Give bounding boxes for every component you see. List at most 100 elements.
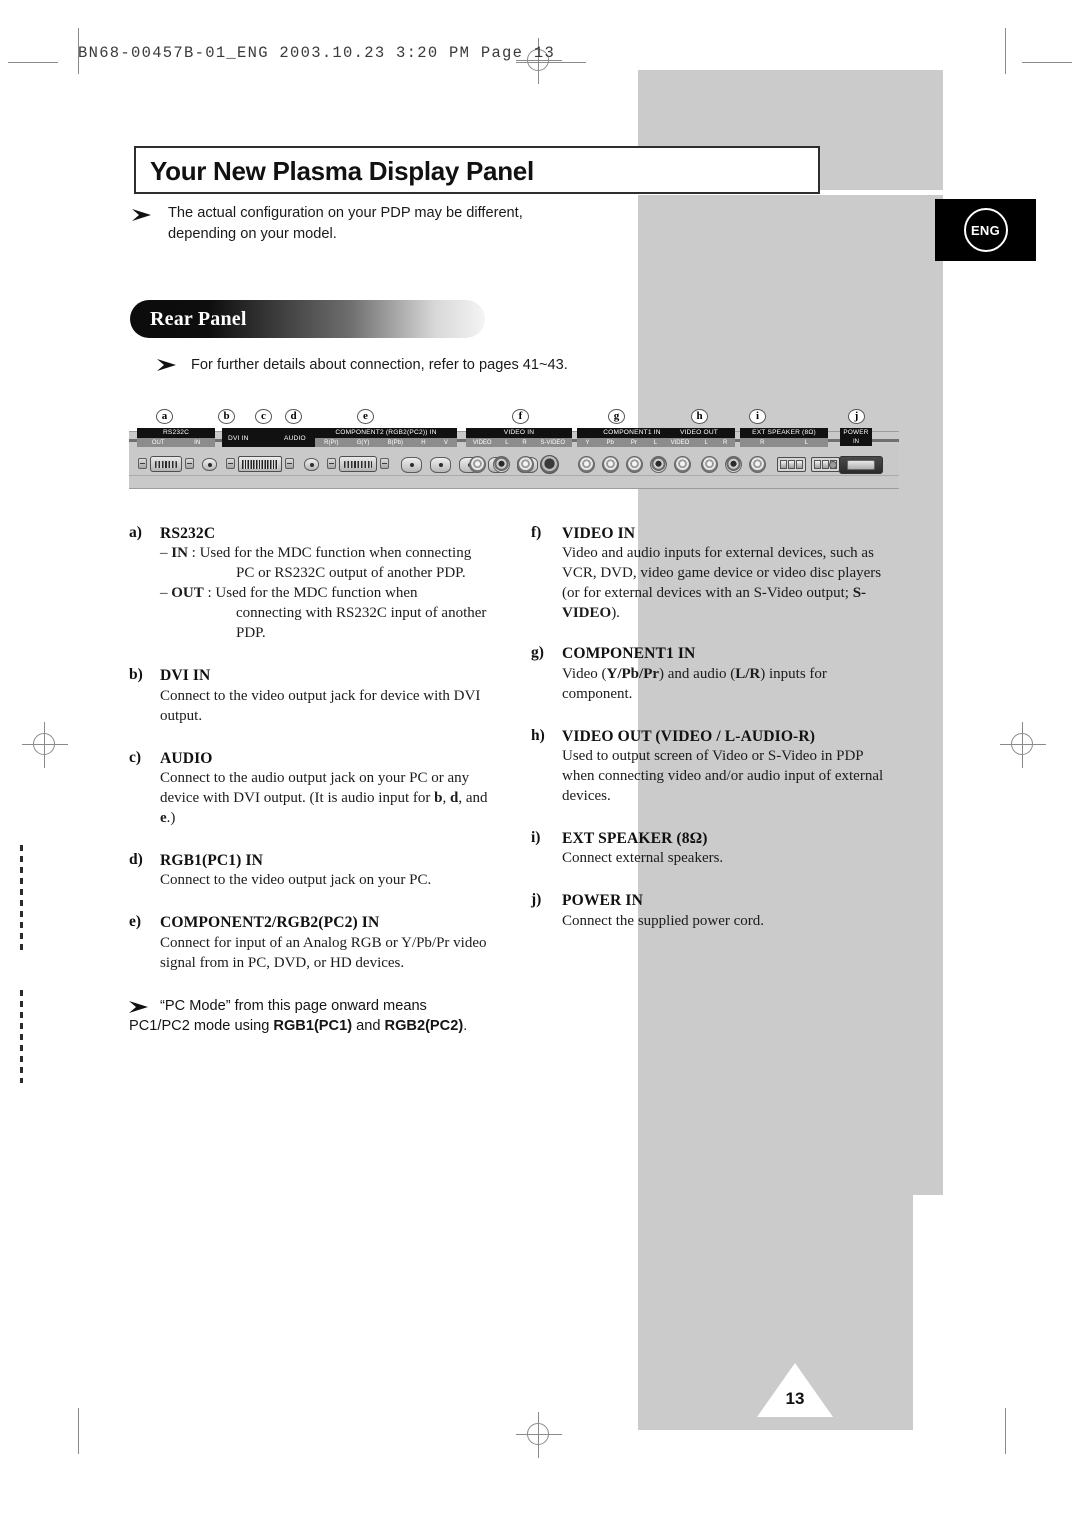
panel-label-ext-speaker: EXT SPEAKER (8Ω) R L (740, 428, 828, 447)
subrow-in: – IN : Used for the MDC function when co… (160, 544, 489, 584)
panel-marker-d: d (285, 409, 302, 424)
subrow-term: OUT (171, 585, 204, 602)
item-subrows: – IN : Used for the MDC function when co… (160, 544, 489, 644)
panel-label-video-out-subs: VIDEO L R (663, 437, 735, 447)
panel-label-video-in-title: VIDEO IN (503, 429, 535, 436)
item-index: d) (129, 850, 143, 868)
panel-marker-c: c (255, 409, 272, 424)
panel-label-ext-speaker-title: EXT SPEAKER (8Ω) (752, 429, 816, 436)
connector-component1-pr (626, 456, 643, 473)
connector-rs232c-out-screw-right (185, 458, 194, 469)
connector-video-out-video (701, 456, 718, 473)
panel-label-video-in: VIDEO IN VIDEO L R S-VIDEO (466, 428, 572, 447)
connector-s-video-in (540, 455, 559, 474)
panel-label-audio-title: AUDIO (284, 435, 306, 442)
rear-panel-diagram: a b c d e f g h i j RS232C OUT IN DVI IN… (129, 409, 899, 489)
power-socket-opening (847, 460, 875, 470)
item-index: a) (129, 524, 142, 541)
connector-rgb1-pc1-in (339, 456, 377, 472)
panel-label-component2-title: COMPONENT2 (RGB2(PC2)) IN (335, 429, 437, 436)
dsub-pins (154, 460, 178, 468)
item-index: f) (531, 524, 542, 541)
item-body: Connect external speakers. (562, 850, 724, 867)
subrow-out: – OUT : Used for the MDC function when c… (160, 584, 489, 644)
page-number: 13 (785, 1389, 805, 1408)
dvi-pins (242, 459, 278, 469)
connector-rs232c-out (150, 456, 182, 472)
panel-label-rs232c-subs: OUT IN (137, 437, 215, 447)
rear-panel-heading: Rear Panel (150, 308, 247, 330)
description-item-e: e) COMPONENT2/RGB2(PC2) IN Connect for i… (129, 913, 489, 973)
panel-label-video-out-title: VIDEO OUT (679, 429, 719, 436)
model-variation-note: The actual configuration on your PDP may… (168, 205, 523, 242)
item-index: b) (129, 666, 143, 684)
connector-video-in-video (469, 456, 486, 473)
panel-label-rs232c-title: RS232C (162, 429, 190, 436)
subrow-text: : Used for the MDC function when connect… (187, 545, 472, 562)
pc-mode-note: “PC Mode” from this page onward means PC… (129, 996, 489, 1037)
panel-label-power-subs: IN (840, 437, 872, 446)
panel-marker-f: f (512, 409, 529, 424)
item-heading: RS232C (160, 525, 216, 542)
bullet-arrow-icon (131, 207, 153, 223)
description-column-left: a) RS232C – IN : Used for the MDC functi… (129, 524, 489, 1037)
item-heading: POWER IN (562, 892, 643, 910)
panel-marker-e: e (357, 409, 374, 424)
connector-power-clip (829, 461, 837, 469)
bullet-arrow-icon-2 (156, 357, 178, 373)
description-item-f: f) VIDEO IN Video and audio inputs for e… (531, 524, 891, 624)
description-item-h: h) VIDEO OUT (VIDEO / L-AUDIO-R) Used to… (531, 727, 891, 807)
page-title-box: Your New Plasma Display Panel (134, 146, 820, 194)
panel-marker-j: j (848, 409, 865, 424)
description-item-g: g) COMPONENT1 IN Video (Y/Pb/Pr) and aud… (531, 644, 891, 704)
connector-component1-y (578, 456, 595, 473)
subrow-term: IN (171, 545, 188, 562)
panel-marker-g: g (608, 409, 625, 424)
panel-label-component2-subs: R(Pr) G(Y) B(Pb) H V (315, 437, 457, 447)
panel-label-dvi-in-title: DVI IN (228, 435, 249, 442)
connector-video-out-right (749, 456, 766, 473)
dsub-pins (344, 460, 372, 468)
description-item-a: a) RS232C – IN : Used for the MDC functi… (129, 524, 489, 644)
description-item-d: d) RGB1(PC1) IN Connect to the video out… (129, 851, 489, 891)
connector-dvi-screw-left (226, 458, 235, 469)
connector-rgb1-screw-left (327, 458, 336, 469)
panel-label-ext-speaker-subs: R L (740, 437, 828, 447)
connection-reference-note: For further details about connection, re… (191, 357, 568, 373)
connector-rgb1-screw-right (380, 458, 389, 469)
item-heading: EXT SPEAKER (8Ω) (562, 829, 708, 847)
item-heading: DVI IN (160, 667, 211, 685)
item-index: c) (129, 748, 142, 766)
panel-label-power-title: POWER (843, 429, 869, 436)
connector-video-in-left (493, 456, 510, 473)
page-content: Your New Plasma Display Panel The actual… (0, 0, 1080, 1525)
subrow-dash: – (160, 585, 168, 602)
speaker-terminal (813, 460, 821, 469)
item-index: e) (129, 913, 142, 931)
speaker-terminal (779, 460, 787, 469)
rear-panel-section-bar: Rear Panel (130, 300, 485, 338)
description-item-i: i) EXT SPEAKER (8Ω) Connect external spe… (531, 829, 891, 869)
panel-marker-h: h (691, 409, 708, 424)
item-index: j) (531, 891, 542, 909)
connector-component1-pb (602, 456, 619, 473)
subrow-continuation: connecting with RS232C input of another … (236, 605, 487, 642)
item-heading: RGB1(PC1) IN (160, 851, 263, 869)
connector-audio-in (304, 458, 319, 471)
item-index: g) (531, 644, 544, 662)
item-index: h) (531, 726, 545, 744)
panel-label-power: POWER IN (840, 428, 872, 446)
item-body: Connect for input of an Analog RGB or Y/… (160, 934, 487, 971)
connector-video-in-right (517, 456, 534, 473)
panel-marker-b: b (218, 409, 235, 424)
panel-trim-line (129, 475, 899, 476)
speaker-terminal (796, 460, 804, 469)
pc-mode-note-text: “PC Mode” from this page onward means PC… (129, 997, 468, 1035)
connector-video-out-left (725, 456, 742, 473)
panel-label-video-out: VIDEO OUT VIDEO L R (663, 428, 735, 447)
item-heading: COMPONENT2/RGB2(PC2) IN (160, 914, 380, 932)
description-column-right: f) VIDEO IN Video and audio inputs for e… (531, 524, 891, 949)
panel-label-rs232c: RS232C OUT IN (137, 428, 215, 447)
description-item-b: b) DVI IN Connect to the video output ja… (129, 666, 489, 726)
connector-ext-speaker-right (777, 457, 806, 472)
